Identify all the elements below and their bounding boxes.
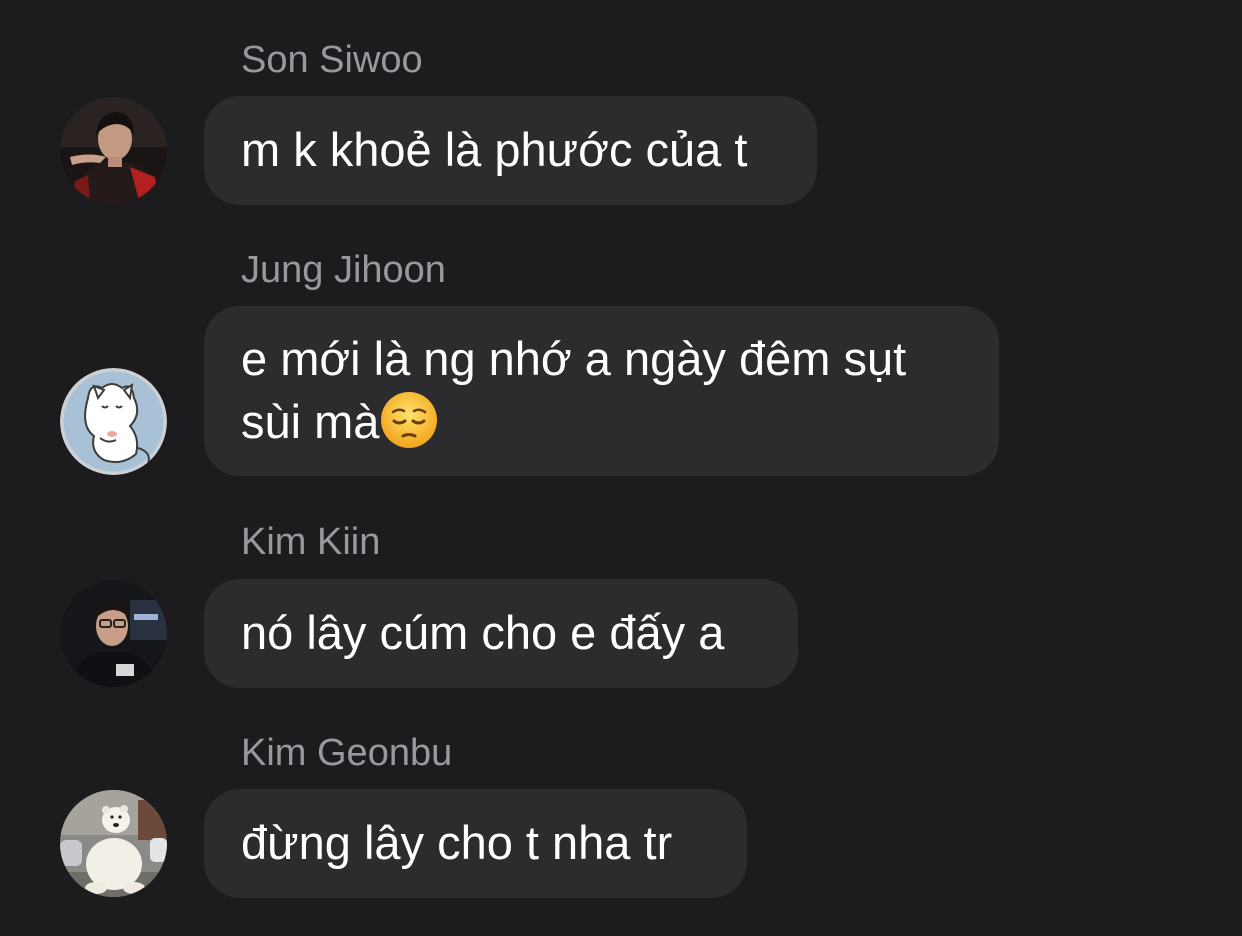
- sender-name: Jung Jihoon: [241, 249, 446, 291]
- avatar[interactable]: [60, 368, 167, 475]
- message-text: đừng lây cho t nha tr: [241, 816, 673, 869]
- person-photo-avatar-icon: [60, 580, 167, 687]
- person-photo-avatar-icon: [60, 97, 167, 204]
- avatar[interactable]: [60, 580, 167, 687]
- message-bubble[interactable]: e mới là ng nhớ a ngày đêm sụt sùi mà: [204, 306, 999, 476]
- sender-name: Son Siwoo: [241, 39, 423, 81]
- message-bubble[interactable]: m k khoẻ là phước của t: [204, 96, 817, 205]
- message-bubble[interactable]: đừng lây cho t nha tr: [204, 789, 747, 898]
- message-text: e mới là ng nhớ a ngày đêm sụt sùi mà: [241, 332, 907, 448]
- avatar[interactable]: [60, 790, 167, 897]
- avatar[interactable]: [60, 97, 167, 204]
- pensive-face-emoji-icon: [381, 392, 438, 448]
- message-text: nó lây cúm cho e đấy a: [241, 606, 725, 659]
- sender-name: Kim Kiin: [241, 521, 381, 563]
- message-bubble[interactable]: nó lây cúm cho e đấy a: [204, 579, 798, 688]
- message-text: m k khoẻ là phước của t: [241, 123, 748, 176]
- polar-bear-avatar-icon: [60, 790, 167, 897]
- message-thread: Son Siwoo m k khoẻ là phước của t Jung J…: [0, 0, 1242, 936]
- white-cat-cartoon-avatar-icon: [60, 368, 167, 475]
- sender-name: Kim Geonbu: [241, 732, 453, 774]
